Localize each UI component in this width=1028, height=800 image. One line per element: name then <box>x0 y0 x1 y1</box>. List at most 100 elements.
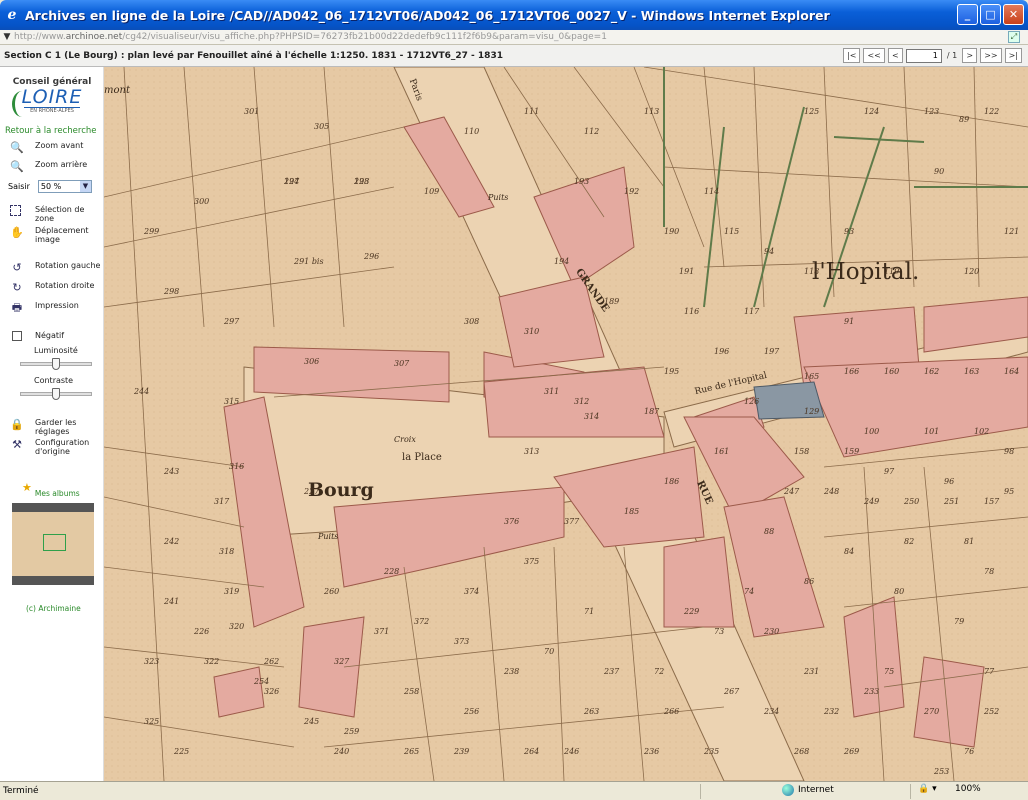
parcel-number: 193 <box>574 177 590 186</box>
parcel-number: 79 <box>954 617 965 626</box>
parcel-number: 260 <box>324 587 340 596</box>
contrast-thumb[interactable] <box>52 388 60 400</box>
contrast-slider[interactable] <box>20 388 92 400</box>
address-bar[interactable]: ▼ http://www.archinoe.net/cg42/visualise… <box>0 30 1028 45</box>
next-page-button[interactable]: > <box>962 48 978 63</box>
move-image-button[interactable]: ✋ Déplacement image <box>10 226 101 244</box>
parcel-number: 262 <box>264 657 280 666</box>
prev-fast-button[interactable]: << <box>863 48 885 63</box>
parcel-number: 159 <box>844 447 860 456</box>
ie-logo-icon: e <box>7 7 17 23</box>
parcel-number: 269 <box>844 747 860 756</box>
parcel-number: 124 <box>864 107 880 116</box>
parcel-number: 114 <box>704 187 720 196</box>
parcel-number: 227 <box>304 487 320 496</box>
parcel-number: 122 <box>984 107 1000 116</box>
parcel-number: 95 <box>1004 487 1015 496</box>
parcel-number: 100 <box>864 427 880 436</box>
parcel-number: 239 <box>454 747 470 756</box>
rotate-right-label: Rotation droite <box>35 281 95 290</box>
prev-page-button[interactable]: < <box>887 48 903 63</box>
parcel-number: 319 <box>224 587 240 596</box>
close-button[interactable]: ✕ <box>1003 4 1024 25</box>
cadastral-map-image[interactable]: l'Hopital. Bourg GRANDE RUE Rue de l'Hop… <box>104 67 1028 781</box>
parcel-number: 291 bis <box>294 257 324 266</box>
parcel-number: 81 <box>964 537 975 546</box>
parcel-number: 75 <box>884 667 895 676</box>
rotate-left-icon: ↺ <box>12 261 22 274</box>
rotate-left-button[interactable]: ↺ Rotation gauche <box>10 261 101 275</box>
select-zone-button[interactable]: Sélection de zone <box>10 205 101 223</box>
parcel-number: 186 <box>664 477 680 486</box>
parcel-number: 191 <box>679 267 695 276</box>
parcel-number: 84 <box>844 547 855 556</box>
document-header: Section C 1 (Le Bourg) : plan levé par F… <box>0 45 1028 67</box>
page-number-input[interactable]: 1 <box>905 48 942 63</box>
brightness-thumb[interactable] <box>52 358 60 370</box>
brightness-slider[interactable] <box>20 358 92 370</box>
parcel-number: 189 <box>604 297 620 306</box>
parcel-number: 253 <box>934 767 950 776</box>
map-label-mont: mont <box>104 85 130 96</box>
parcel-number: 247 <box>784 487 800 496</box>
page-status-icon[interactable]: ⤢ <box>1008 31 1020 43</box>
parcel-number: 240 <box>334 747 350 756</box>
zoom-level[interactable]: 100% <box>955 784 981 794</box>
keep-settings-button[interactable]: 🔒 Garder les réglages <box>10 418 101 436</box>
negative-label: Négatif <box>35 331 65 340</box>
page-total: / 1 <box>946 51 958 60</box>
parcel-number: 233 <box>864 687 880 696</box>
back-to-search-link[interactable]: Retour à la recherche <box>5 126 96 136</box>
parcel-number: 307 <box>394 359 410 368</box>
parcel-number: 312 <box>574 397 590 406</box>
last-page-button[interactable]: >| <box>1004 48 1022 63</box>
pager: |< << < 1 / 1 > >> >| <box>843 48 1022 63</box>
printer-icon: 🖶 <box>11 301 23 314</box>
parcel-number: 268 <box>794 747 810 756</box>
reset-config-button[interactable]: ⚒ Configuration d'origine <box>10 438 101 456</box>
parcel-number: 238 <box>504 667 520 676</box>
parcel-number: 161 <box>714 447 730 456</box>
parcel-number: 162 <box>924 367 940 376</box>
zoom-in-button[interactable]: 🔍 Zoom avant <box>10 141 101 155</box>
minimize-button[interactable]: _ <box>957 4 978 25</box>
parcel-number: 265 <box>404 747 420 756</box>
address-url[interactable]: http://www.archinoe.net/cg42/visualiseur… <box>14 32 607 42</box>
protected-mode-indicator[interactable]: 🔒 ▾ <box>918 784 937 794</box>
map-label-puits-1: Puits <box>488 193 509 202</box>
loire-logo[interactable]: Conseil général LOIRE EN RHÔNE-ALPES <box>12 77 92 123</box>
parcel-number: 101 <box>924 427 940 436</box>
parcel-number: 317 <box>214 497 230 506</box>
parcel-number: 314 <box>584 412 600 421</box>
security-zone[interactable]: Internet <box>782 784 834 796</box>
contrast-label: Contraste <box>34 376 74 385</box>
parcel-number: 254 <box>254 677 270 686</box>
parcel-number: 263 <box>584 707 600 716</box>
parcel-number: 373 <box>454 637 470 646</box>
parcel-number: 78 <box>984 567 995 576</box>
parcel-number: 117 <box>744 307 760 316</box>
parcel-number: 194 <box>554 257 570 266</box>
parcel-number: 165 <box>804 372 820 381</box>
viewport-frame[interactable] <box>43 534 66 551</box>
next-fast-button[interactable]: >> <box>980 48 1002 63</box>
parcel-number: 97 <box>884 467 895 476</box>
window-title-bar[interactable]: e Archives en ligne de la Loire /CAD//AD… <box>0 0 1028 30</box>
parcel-number: 96 <box>944 477 955 486</box>
first-page-button[interactable]: |< <box>843 48 861 63</box>
parcel-number: 72 <box>654 667 665 676</box>
parcel-number: 229 <box>684 607 700 616</box>
zoom-select[interactable]: 50 % ▼ <box>37 180 92 193</box>
maximize-button[interactable]: □ <box>980 4 1001 25</box>
overview-thumbnail[interactable] <box>12 503 94 585</box>
my-albums-link[interactable]: ★ Mes albums <box>22 481 80 500</box>
negative-toggle[interactable]: Négatif <box>10 331 101 345</box>
rotate-right-button[interactable]: ↻ Rotation droite <box>10 281 101 295</box>
zoom-out-button[interactable]: 🔍 Zoom arrière <box>10 160 101 174</box>
parcel-number: 246 <box>564 747 580 756</box>
negative-checkbox[interactable] <box>10 331 24 345</box>
parcel-number: 166 <box>844 367 860 376</box>
window-controls: _ □ ✕ <box>957 4 1024 25</box>
print-button[interactable]: 🖶 Impression <box>10 301 101 315</box>
parcel-number: 230 <box>764 627 780 636</box>
